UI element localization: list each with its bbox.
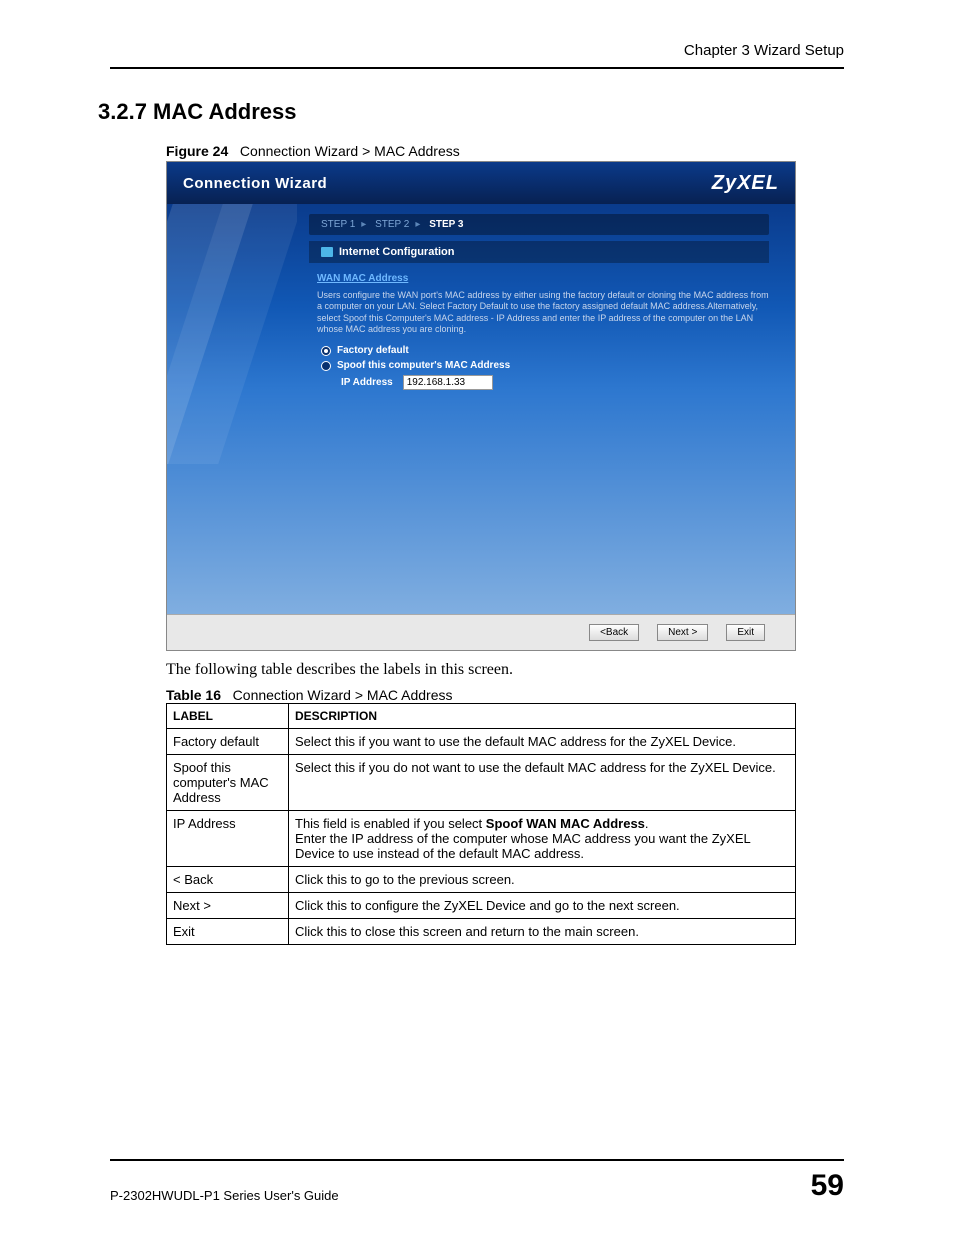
wizard-screenshot: Connection Wizard ZyXEL STEP 1 ▸ STEP 2 ▸ …: [166, 161, 796, 651]
cell-label: IP Address: [167, 811, 289, 867]
chapter-header: Chapter 3 Wizard Setup: [110, 42, 844, 69]
cell-text: .: [645, 816, 649, 831]
radio-label: Spoof this computer's MAC Address: [337, 360, 510, 371]
folder-icon: [321, 247, 333, 257]
ip-address-row: IP Address: [341, 375, 783, 390]
page-footer: P-2302HWUDL-P1 Series User's Guide 59: [110, 1159, 844, 1203]
wizard-footer: <Back Next > Exit: [167, 614, 795, 650]
cell-desc: Click this to close this screen and retu…: [289, 919, 796, 945]
next-button[interactable]: Next >: [657, 624, 708, 641]
table-row: Next > Click this to configure the ZyXEL…: [167, 893, 796, 919]
figure-caption-text: Connection Wizard > MAC Address: [240, 143, 460, 159]
footer-guide-title: P-2302HWUDL-P1 Series User's Guide: [110, 1188, 339, 1203]
step-3-label: STEP 3: [429, 219, 463, 230]
ip-address-input[interactable]: [403, 375, 493, 390]
section-bar: Internet Configuration: [309, 241, 769, 263]
table-row: Factory default Select this if you want …: [167, 729, 796, 755]
radio-factory-default[interactable]: Factory default: [321, 345, 783, 356]
table-row: < Back Click this to go to the previous …: [167, 867, 796, 893]
cell-desc: Click this to configure the ZyXEL Device…: [289, 893, 796, 919]
step-1-label: STEP 1: [321, 219, 355, 230]
help-text: Users configure the WAN port's MAC addre…: [317, 290, 772, 335]
cell-label: Next >: [167, 893, 289, 919]
brand-logo: ZyXEL: [712, 172, 779, 195]
intro-paragraph: The following table describes the labels…: [166, 661, 844, 679]
radio-icon[interactable]: [321, 361, 331, 371]
description-table: LABEL DESCRIPTION Factory default Select…: [166, 703, 796, 945]
cell-desc: Select this if you want to use the defau…: [289, 729, 796, 755]
cell-desc: This field is enabled if you select Spoo…: [289, 811, 796, 867]
table-row: IP Address This field is enabled if you …: [167, 811, 796, 867]
radio-label: Factory default: [337, 345, 409, 356]
sub-section-label: WAN MAC Address: [317, 273, 783, 284]
wizard-sidebar: [167, 204, 297, 614]
radio-icon[interactable]: [321, 346, 331, 356]
step-sep-icon: ▸: [415, 219, 420, 230]
table-row: Exit Click this to close this screen and…: [167, 919, 796, 945]
step-indicator: STEP 1 ▸ STEP 2 ▸ STEP 3: [309, 214, 769, 235]
figure-label: Figure 24: [166, 143, 228, 159]
section-bar-label: Internet Configuration: [339, 246, 455, 258]
table-header-description: DESCRIPTION: [289, 704, 796, 729]
table-row: Spoof this computer's MAC Address Select…: [167, 755, 796, 811]
cell-bold: Spoof WAN MAC Address: [486, 816, 645, 831]
page-number: 59: [811, 1169, 844, 1203]
cell-desc: Select this if you do not want to use th…: [289, 755, 796, 811]
table-caption-text: Connection Wizard > MAC Address: [233, 687, 453, 703]
cell-text: Enter the IP address of the computer who…: [295, 831, 750, 861]
back-button[interactable]: <Back: [589, 624, 639, 641]
table-header-label: LABEL: [167, 704, 289, 729]
wizard-title: Connection Wizard: [183, 175, 327, 192]
cell-desc: Click this to go to the previous screen.: [289, 867, 796, 893]
figure-caption: Figure 24 Connection Wizard > MAC Addres…: [166, 143, 844, 159]
ip-address-label: IP Address: [341, 377, 393, 388]
step-2-label: STEP 2: [375, 219, 409, 230]
cell-label: < Back: [167, 867, 289, 893]
wizard-header: Connection Wizard ZyXEL: [167, 162, 795, 204]
step-sep-icon: ▸: [361, 219, 366, 230]
wizard-main: STEP 1 ▸ STEP 2 ▸ STEP 3 Internet Configur…: [297, 204, 795, 614]
cell-label: Exit: [167, 919, 289, 945]
wizard-body: STEP 1 ▸ STEP 2 ▸ STEP 3 Internet Configur…: [167, 204, 795, 614]
cell-label: Factory default: [167, 729, 289, 755]
cell-text: This field is enabled if you select: [295, 816, 486, 831]
table-label: Table 16: [166, 687, 221, 703]
exit-button[interactable]: Exit: [726, 624, 765, 641]
radio-spoof-mac[interactable]: Spoof this computer's MAC Address: [321, 360, 783, 371]
cell-label: Spoof this computer's MAC Address: [167, 755, 289, 811]
table-caption: Table 16 Connection Wizard > MAC Address: [166, 687, 844, 703]
section-heading: 3.2.7 MAC Address: [98, 99, 844, 125]
